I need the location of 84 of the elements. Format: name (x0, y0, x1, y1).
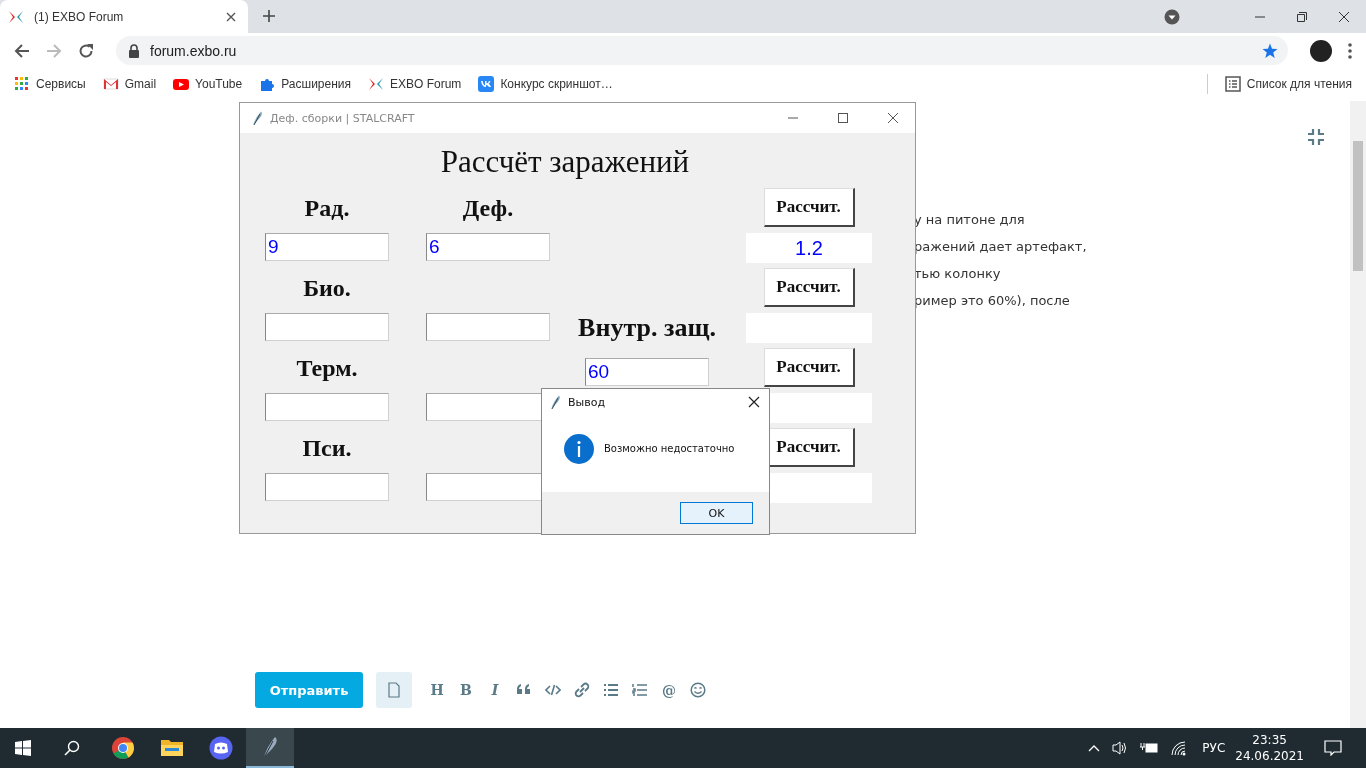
ok-button[interactable]: OK (680, 502, 753, 524)
code-icon[interactable] (545, 682, 561, 698)
reading-list-button[interactable]: Список для чтения (1224, 76, 1352, 92)
link-icon[interactable] (574, 682, 590, 698)
dialog-title: Вывод (568, 395, 606, 409)
format-button[interactable]: H (429, 682, 445, 698)
plus-icon[interactable] (262, 9, 276, 23)
list-icon (1224, 76, 1241, 92)
field-label: Деф. (461, 194, 515, 222)
input-field[interactable] (265, 473, 389, 501)
close-icon[interactable] (748, 396, 760, 408)
document-icon (386, 682, 402, 698)
calculate-button[interactable]: Рассчит. (763, 188, 855, 227)
bookmark[interactable]: EXBO Forum (368, 76, 462, 92)
star-icon[interactable] (1262, 42, 1278, 59)
speaker-icon[interactable] (1112, 740, 1129, 756)
play-icon (173, 76, 190, 92)
scrollbar-thumb[interactable] (1353, 141, 1363, 271)
close-icon[interactable] (226, 11, 236, 22)
profile-avatar[interactable] (1310, 39, 1332, 62)
post-text: тью колонку (914, 265, 1002, 283)
windows-logo-icon[interactable] (15, 740, 31, 756)
exit-fullscreen-icon[interactable] (1307, 128, 1325, 146)
site-favicon-icon (8, 8, 24, 25)
notification-icon[interactable] (1324, 740, 1342, 756)
menu-icon[interactable] (1348, 42, 1352, 59)
input-language[interactable]: РУС (1202, 741, 1226, 755)
bookmark[interactable]: Gmail (102, 76, 157, 92)
format-button[interactable]: B (458, 682, 474, 698)
feather-icon (548, 395, 562, 409)
grid-icon (14, 76, 30, 92)
window-title: Деф. сборки | STALCRAFT (270, 111, 415, 125)
feather-icon (250, 111, 264, 125)
input-field[interactable] (426, 313, 550, 341)
result-field: 1.2 (746, 233, 872, 263)
url-text: forum.exbo.ru (150, 42, 237, 59)
calculate-button[interactable]: Рассчит. (763, 348, 855, 387)
dialog-message: Возможно недостаточно (604, 443, 735, 454)
chat-app-icon (209, 736, 233, 760)
lock-icon (128, 43, 140, 58)
close-icon[interactable] (887, 112, 899, 124)
input-field[interactable] (265, 313, 389, 341)
scrollbar[interactable] (1350, 101, 1366, 728)
numbered-list-icon[interactable] (632, 682, 648, 698)
input-field[interactable]: 60 (585, 358, 709, 386)
field-label: Био. (302, 274, 352, 302)
clock-date[interactable]: 24.06.2021 (1235, 748, 1304, 764)
reload-icon[interactable] (78, 42, 94, 59)
chevron-up-icon[interactable] (1088, 744, 1101, 752)
field-label: Терм. (295, 354, 359, 382)
format-button[interactable]: @ (661, 682, 677, 698)
browser-tab[interactable]: (1) EXBO Forum (0, 0, 248, 33)
maximize-icon[interactable] (837, 112, 849, 124)
input-field[interactable] (265, 393, 389, 421)
tab-title: (1) EXBO Forum (34, 9, 125, 24)
vk-icon (478, 76, 495, 92)
bookmark[interactable]: YouTube (173, 76, 243, 92)
dropdown-icon[interactable] (1164, 8, 1180, 25)
close-icon[interactable] (1338, 10, 1350, 23)
field-label: Рад. (303, 194, 351, 222)
search-icon[interactable] (64, 740, 80, 756)
calculate-button[interactable]: Рассчит. (763, 268, 855, 307)
bookmark[interactable]: Расширения (259, 76, 351, 92)
input-field[interactable]: 9 (265, 233, 389, 261)
format-button[interactable]: I (487, 682, 503, 698)
browser-icon (111, 736, 135, 760)
field-label: Внутр. защ. (577, 313, 717, 343)
field-label: Пси. (301, 434, 353, 462)
site-favicon-icon (368, 76, 384, 92)
mail-icon (102, 76, 119, 92)
input-field[interactable]: 6 (426, 233, 550, 261)
back-arrow-icon[interactable] (14, 42, 30, 59)
address-bar[interactable]: forum.exbo.ru (116, 36, 1288, 65)
app-heading: Рассчёт заражений (439, 143, 691, 181)
battery-icon[interactable] (1140, 742, 1159, 754)
bullet-list-icon[interactable] (603, 682, 619, 698)
puzzle-icon (259, 76, 276, 92)
clock-time[interactable]: 23:35 (1252, 732, 1287, 748)
smiley-icon[interactable] (690, 682, 706, 698)
wifi-icon[interactable] (1170, 740, 1187, 756)
info-icon (564, 433, 594, 464)
restore-icon[interactable] (1296, 10, 1308, 23)
bookmark[interactable]: Сервисы (14, 76, 86, 92)
bookmark[interactable]: Конкурс скриншот… (478, 76, 613, 92)
